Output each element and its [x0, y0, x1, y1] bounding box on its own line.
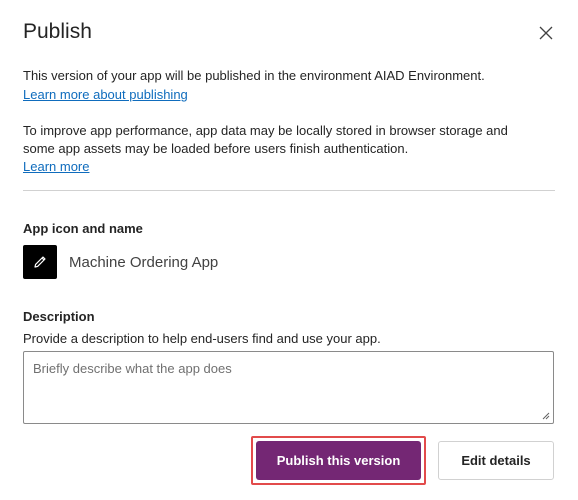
close-icon: [539, 26, 553, 40]
description-field-container: [23, 351, 554, 424]
section-divider: [23, 190, 555, 191]
app-icon-name-label: App icon and name: [23, 221, 143, 236]
edit-details-button[interactable]: Edit details: [438, 441, 554, 480]
app-icon-button[interactable]: [23, 245, 57, 279]
dialog-title: Publish: [23, 20, 92, 43]
learn-more-publishing-link[interactable]: Learn more about publishing: [23, 86, 188, 104]
learn-more-link[interactable]: Learn more: [23, 158, 89, 176]
performance-text-line1: To improve app performance, app data may…: [23, 123, 508, 138]
publish-dialog: Publish This version of your app will be…: [0, 0, 578, 500]
environment-text: This version of your app will be publish…: [23, 68, 485, 83]
description-help-text: Provide a description to help end-users …: [23, 331, 381, 346]
publish-this-version-button[interactable]: Publish this version: [256, 441, 421, 480]
app-name: Machine Ordering App: [69, 254, 219, 271]
description-label: Description: [23, 309, 95, 324]
resize-grip-icon[interactable]: [542, 412, 550, 420]
description-input[interactable]: [24, 352, 553, 423]
performance-text-line2: some app assets may be loaded before use…: [23, 141, 409, 156]
pencil-icon: [34, 256, 46, 268]
close-button[interactable]: [533, 20, 559, 46]
